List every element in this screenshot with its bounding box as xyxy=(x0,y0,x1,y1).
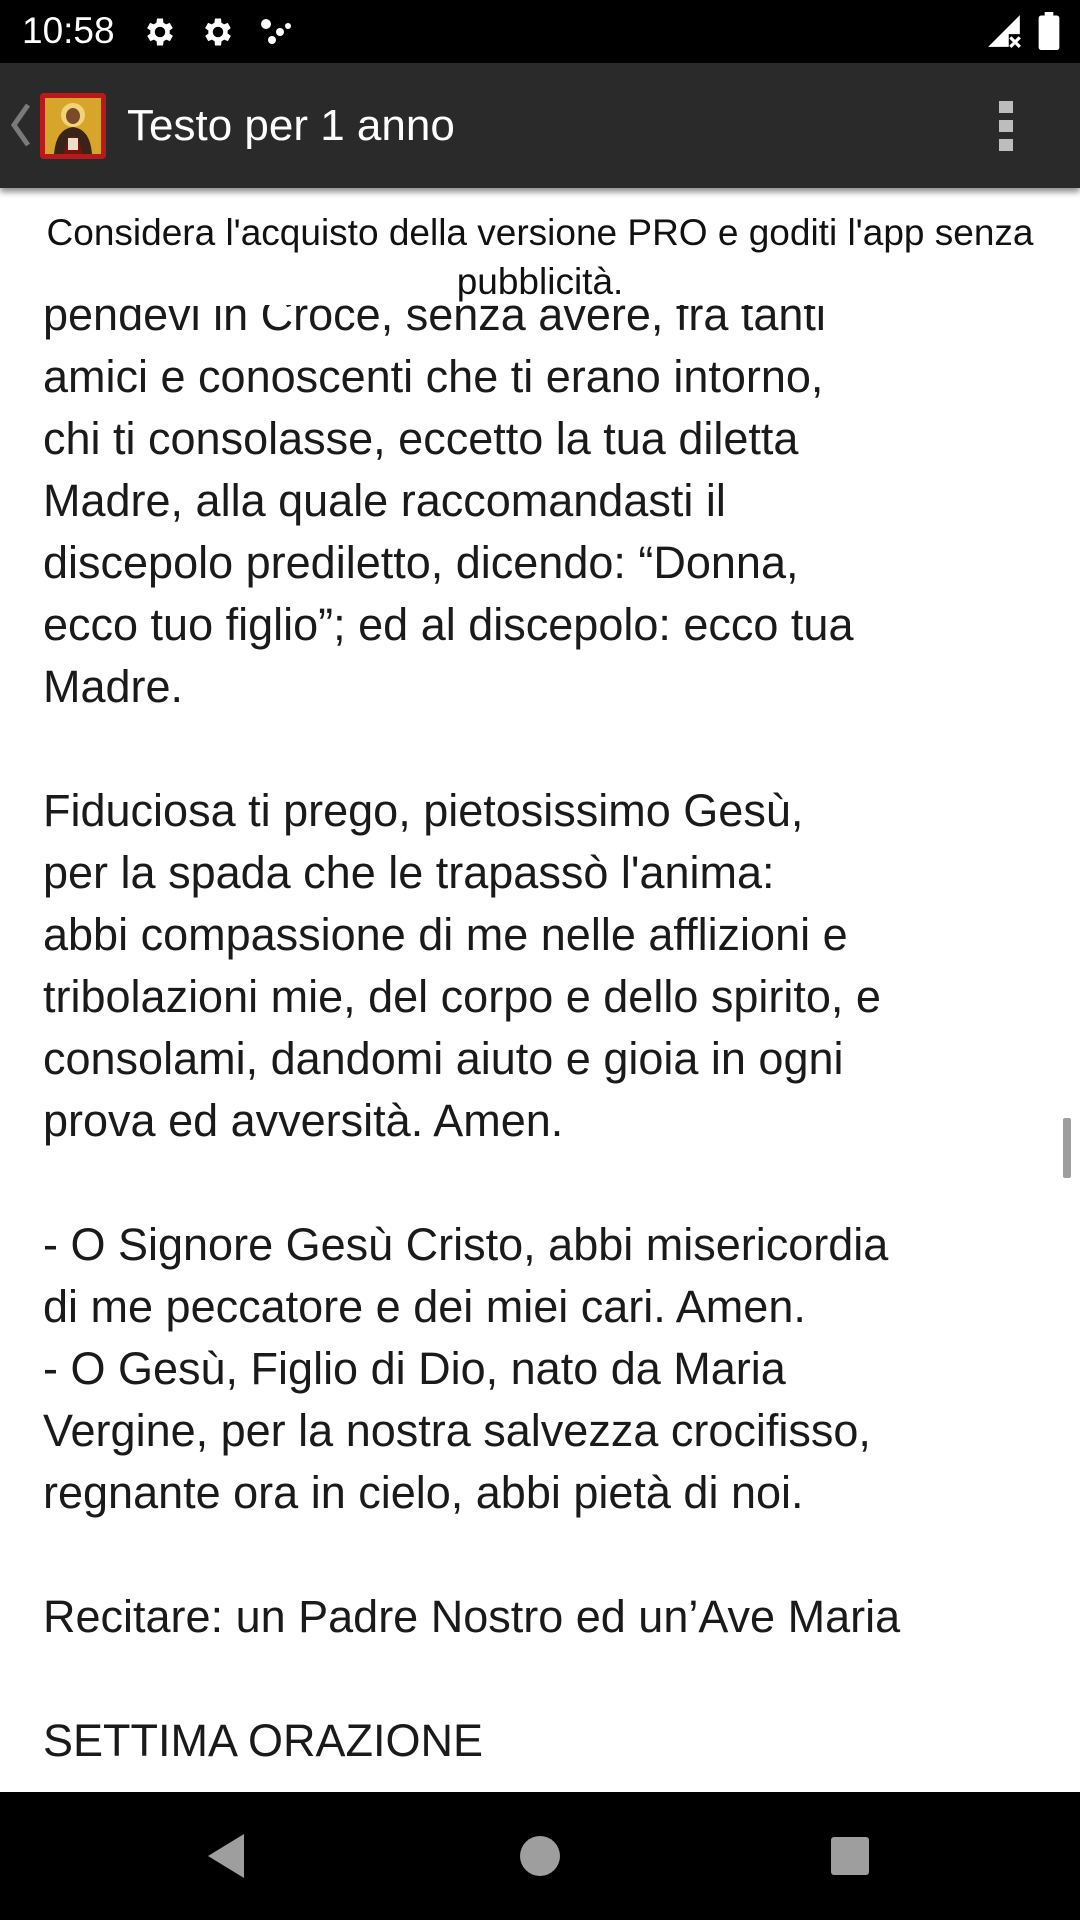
dots-icon xyxy=(261,19,291,44)
saint-icon xyxy=(40,93,106,159)
nav-back-icon[interactable] xyxy=(198,1826,258,1886)
status-time: 10:58 xyxy=(22,10,115,51)
settings-icon xyxy=(147,18,173,46)
content-area[interactable]: pendevi in Croce, senza avere, fra tanti… xyxy=(0,305,1080,1792)
nav-bar xyxy=(0,1792,1080,1920)
status-bar: 10:58 xyxy=(0,0,1080,63)
app-icon[interactable] xyxy=(40,93,106,159)
battery-icon xyxy=(1038,12,1060,50)
nav-home-icon[interactable] xyxy=(510,1826,570,1886)
more-vert-icon[interactable] xyxy=(984,93,1028,159)
nav-recents-icon[interactable] xyxy=(820,1826,880,1886)
ad-notice[interactable]: Considera l'acquisto della versione PRO … xyxy=(30,208,1050,306)
chevron-left-icon[interactable] xyxy=(10,101,32,149)
prayer-text: pendevi in Croce, senza avere, fra tanti… xyxy=(43,305,901,1766)
settings-icon xyxy=(205,18,231,46)
app-bar: Testo per 1 anno xyxy=(0,63,1080,188)
scrollbar[interactable] xyxy=(1063,1118,1071,1178)
page-title: Testo per 1 anno xyxy=(127,101,455,150)
signal-icon xyxy=(988,15,1021,48)
